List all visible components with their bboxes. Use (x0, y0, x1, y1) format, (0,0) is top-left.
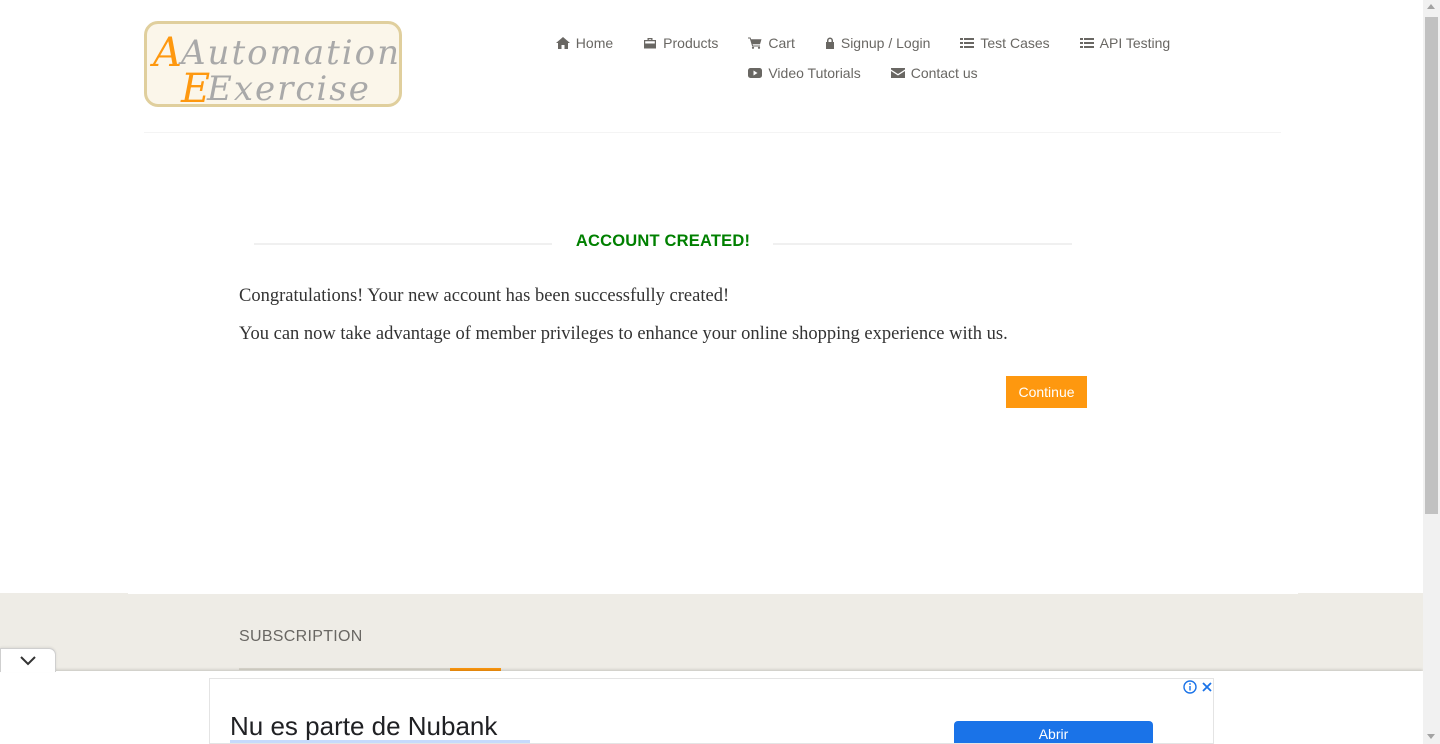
member-privileges-text: You can now take advantage of member pri… (239, 324, 1008, 344)
nav-contact-us[interactable]: Contact us (890, 65, 978, 81)
nav-home[interactable]: Home (555, 35, 614, 51)
logo-word-1: Automation (178, 33, 399, 73)
nav-cart-label: Cart (768, 35, 795, 51)
scroll-down-arrow-icon[interactable] (1427, 734, 1435, 739)
cart-icon (748, 37, 762, 49)
main-nav: Home Products Cart Signup / Login Test C… (538, 28, 1188, 88)
nav-test-cases-label: Test Cases (980, 35, 1050, 51)
continue-button[interactable]: Continue (1006, 376, 1087, 408)
lock-icon (825, 37, 834, 49)
vertical-scrollbar[interactable] (1423, 0, 1440, 744)
nav-signup-login-label: Signup / Login (840, 35, 931, 51)
chevron-down-icon (20, 656, 36, 666)
envelope-icon (890, 68, 905, 78)
svg-text:A: A (149, 30, 182, 76)
nav-video-tutorials[interactable]: Video Tutorials (748, 65, 861, 81)
nav-products-label: Products (663, 35, 719, 51)
info-icon[interactable] (1183, 680, 1197, 694)
nav-contact-us-label: Contact us (910, 65, 978, 81)
page: A Automation E Exercise Home Products Ca… (0, 0, 1423, 744)
youtube-play-icon (748, 68, 763, 78)
ad-content[interactable]: Nu es parte de Nubank Abrir (209, 678, 1214, 744)
nav-api-testing[interactable]: API Testing (1079, 35, 1171, 51)
logo-word-2: Exercise (206, 69, 371, 104)
ad-collapse-toggle[interactable] (0, 648, 56, 672)
nav-test-cases[interactable]: Test Cases (960, 35, 1050, 51)
svg-text:E: E (180, 66, 210, 104)
page-title: ACCOUNT CREATED! (575, 232, 751, 250)
congratulations-text: Congratulations! Your new account has be… (239, 286, 730, 306)
ad-open-button[interactable]: Abrir (954, 721, 1153, 743)
nav-video-tutorials-label: Video Tutorials (768, 65, 861, 81)
subscription-title: SUBSCRIPTION (239, 628, 363, 645)
nav-signup-login[interactable]: Signup / Login (825, 35, 931, 51)
ad-headline-underline (230, 740, 530, 743)
close-icon[interactable] (1200, 680, 1214, 694)
footer-top-border (128, 593, 1298, 594)
scroll-thumb[interactable] (1425, 17, 1438, 514)
nav-api-testing-label: API Testing (1099, 35, 1171, 51)
home-icon (555, 37, 570, 49)
ad-headline[interactable]: Nu es parte de Nubank (230, 711, 497, 742)
site-logo[interactable]: A Automation E Exercise (144, 21, 402, 107)
nav-cart[interactable]: Cart (748, 35, 795, 51)
briefcase-icon (644, 38, 657, 49)
header-divider (144, 132, 1281, 133)
scroll-up-arrow-icon[interactable] (1427, 4, 1435, 9)
list-icon (960, 38, 975, 48)
list-icon (1079, 38, 1094, 48)
account-created-heading: ACCOUNT CREATED! (254, 230, 1072, 256)
nav-home-label: Home (575, 35, 614, 51)
nav-products[interactable]: Products (643, 35, 718, 51)
